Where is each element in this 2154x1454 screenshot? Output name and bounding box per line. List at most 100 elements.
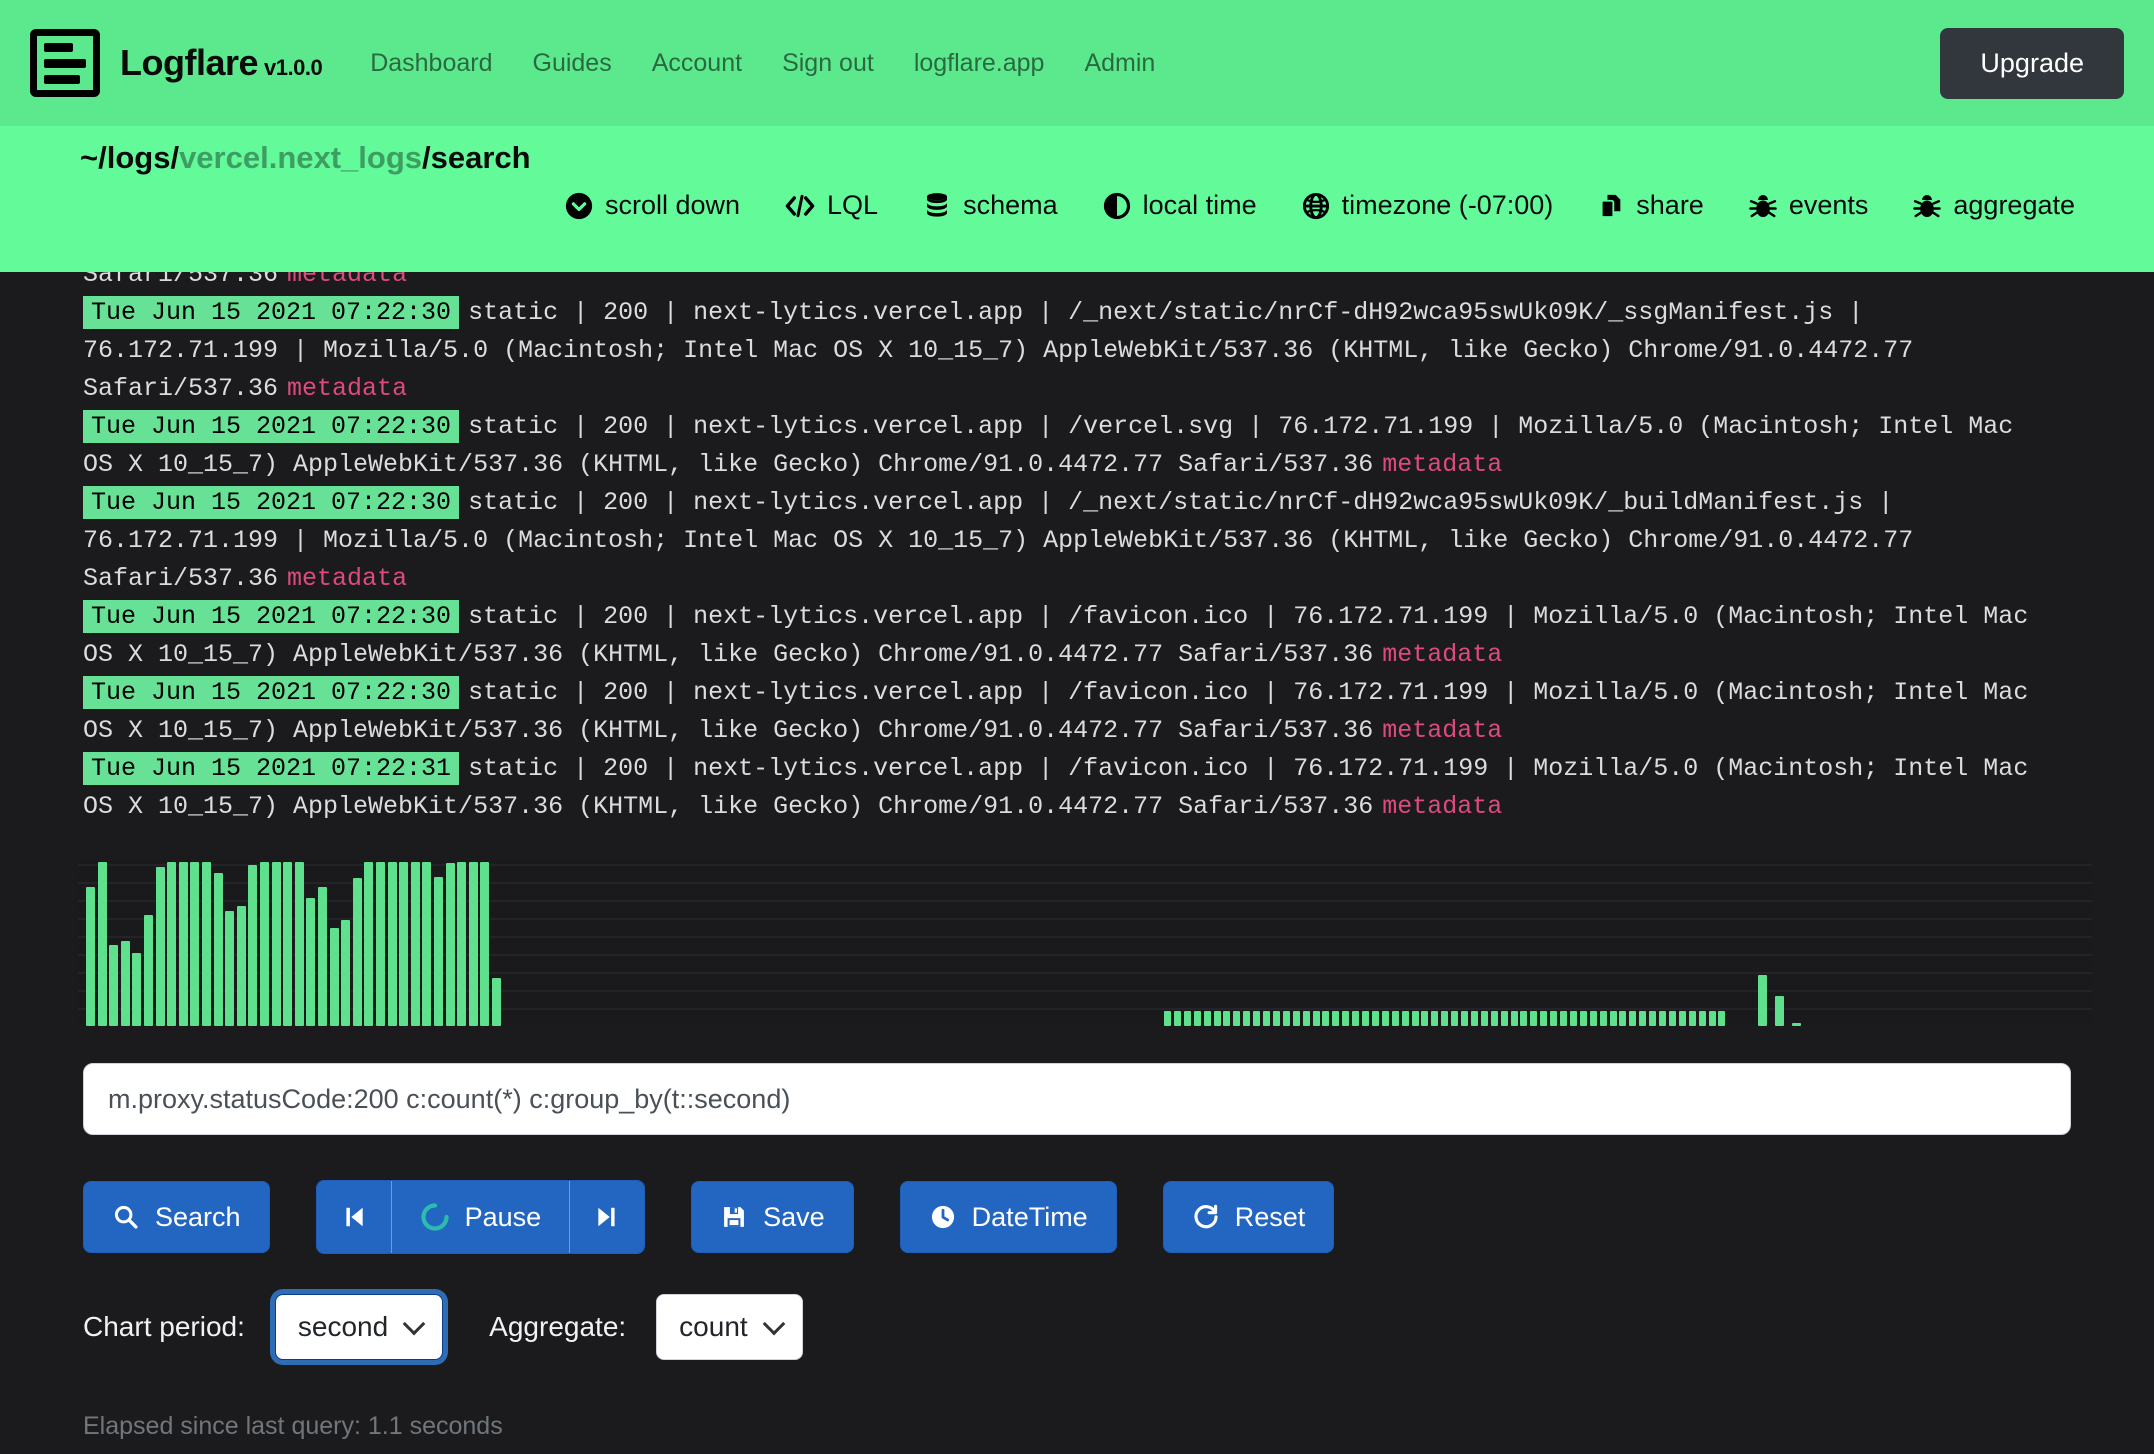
toolbar-item-label: LQL [827, 190, 878, 221]
brand-version: v1.0.0 [264, 55, 322, 80]
breadcrumb-prefix[interactable]: ~/logs/ [80, 140, 179, 175]
toolbar-item-share[interactable]: share [1597, 190, 1704, 221]
database-icon [922, 191, 952, 221]
nav-item-guides[interactable]: Guides [533, 49, 612, 78]
histogram-bar [202, 862, 211, 1026]
histogram-bar [1352, 1011, 1359, 1026]
chart-period-label: Chart period: [83, 1311, 245, 1343]
histogram-bar [1511, 1011, 1518, 1026]
save-button[interactable]: Save [691, 1181, 854, 1253]
search-query-input[interactable] [83, 1063, 2071, 1135]
datetime-button-label: DateTime [972, 1202, 1088, 1233]
datetime-button[interactable]: DateTime [900, 1181, 1117, 1253]
chart-period-select[interactable]: second [275, 1294, 443, 1360]
bug-icon [1748, 191, 1778, 221]
breadcrumb-source[interactable]: vercel.next_logs [179, 140, 422, 175]
log-event-list[interactable]: Safari/537.36metadata Tue Jun 15 2021 07… [0, 256, 2033, 826]
breadcrumb: ~/logs/vercel.next_logs/search [80, 140, 2075, 176]
toolbar-item-label: scroll down [605, 190, 740, 221]
toolbar-item-timezone[interactable]: timezone (-07:00) [1301, 190, 1554, 221]
toolbar-item-label: events [1789, 190, 1869, 221]
brand: Logflarev1.0.0 [120, 42, 322, 84]
histogram-bar [364, 862, 373, 1026]
half-circle-toggle-icon [1102, 191, 1132, 221]
histogram-bar [376, 862, 385, 1026]
histogram-bar [214, 873, 223, 1026]
histogram [78, 860, 2092, 1026]
chart-period-value: second [298, 1311, 388, 1343]
nav-item-dashboard[interactable]: Dashboard [370, 49, 492, 78]
histogram-bar [1520, 1011, 1527, 1026]
aggregate-select[interactable]: count [656, 1294, 803, 1360]
metadata-link[interactable]: metadata [1382, 640, 1502, 669]
log-timestamp: Tue Jun 15 2021 07:22:30 [83, 296, 459, 329]
histogram-bar [1382, 1011, 1389, 1026]
forwards-button[interactable] [569, 1181, 644, 1253]
metadata-link[interactable]: metadata [1382, 450, 1502, 479]
histogram-bar [457, 862, 466, 1026]
histogram-bar [248, 865, 257, 1026]
histogram-bar [1313, 1011, 1320, 1026]
log-entry: Tue Jun 15 2021 07:22:30static | 200 | n… [83, 484, 2033, 598]
elapsed-status: Elapsed since last query: 1.1 seconds [83, 1412, 2154, 1441]
nav-item-sign-out[interactable]: Sign out [782, 49, 874, 78]
toolbar-item-label: timezone (-07:00) [1342, 190, 1554, 221]
histogram-bar [469, 862, 478, 1026]
log-entry: Tue Jun 15 2021 07:22:31static | 200 | n… [83, 750, 2033, 826]
search-button[interactable]: Search [83, 1181, 270, 1253]
clock-icon [929, 1203, 957, 1231]
nav-item-logflare-app[interactable]: logflare.app [914, 49, 1045, 78]
toolbar-item-local-time[interactable]: local time [1102, 190, 1257, 221]
toolbar-item-scroll-down[interactable]: scroll down [564, 190, 740, 221]
backwards-button[interactable] [317, 1181, 391, 1253]
histogram-bar [1600, 1011, 1607, 1026]
reset-button[interactable]: Reset [1163, 1181, 1335, 1253]
histogram-bar [1303, 1011, 1310, 1026]
toolbar-item-aggregate[interactable]: aggregate [1912, 190, 2075, 221]
metadata-link[interactable]: metadata [1382, 792, 1502, 821]
histogram-bar [353, 878, 362, 1026]
histogram-bar [225, 911, 234, 1026]
histogram-bar [1243, 1011, 1250, 1026]
pause-button[interactable]: Pause [391, 1181, 570, 1253]
histogram-bar [144, 915, 153, 1026]
upgrade-button[interactable]: Upgrade [1940, 28, 2124, 99]
histogram-bar [167, 862, 176, 1026]
histogram-bar [1718, 1011, 1725, 1026]
histogram-bar [1669, 1011, 1676, 1026]
bug-icon [1912, 191, 1942, 221]
histogram-bar [1481, 1011, 1488, 1026]
histogram-bar [1402, 1011, 1409, 1026]
histogram-bar [306, 898, 315, 1026]
metadata-link[interactable]: metadata [287, 564, 407, 593]
playback-controls: Pause [316, 1180, 646, 1254]
toolbar-item-schema[interactable]: schema [922, 190, 1058, 221]
nav-item-account[interactable]: Account [652, 49, 742, 78]
metadata-link[interactable]: metadata [287, 374, 407, 403]
histogram-bar [1273, 1011, 1280, 1026]
skip-backward-icon [341, 1204, 367, 1230]
brand-name: Logflare [120, 42, 258, 83]
histogram-bar [1253, 1011, 1260, 1026]
histogram-bar [1322, 1011, 1329, 1026]
search-toolbar: scroll down LQL schema local time [80, 190, 2075, 221]
breadcrumb-suffix: /search [422, 140, 531, 175]
toolbar-item-events[interactable]: events [1748, 190, 1869, 221]
histogram-bar [156, 867, 165, 1026]
globe-icon [1301, 191, 1331, 221]
histogram-bar [1421, 1011, 1428, 1026]
histogram-bar [1709, 1011, 1716, 1026]
histogram-bar [1293, 1011, 1300, 1026]
metadata-link[interactable]: metadata [1382, 716, 1502, 745]
histogram-bar [422, 862, 431, 1026]
histogram-bar [109, 945, 118, 1026]
save-floppy-icon [720, 1203, 748, 1231]
logflare-logo-icon[interactable] [30, 29, 100, 97]
nav-item-admin[interactable]: Admin [1084, 49, 1155, 78]
histogram-bar [1610, 1011, 1617, 1026]
skip-forward-icon [594, 1204, 620, 1230]
toolbar-item-lql[interactable]: LQL [784, 190, 878, 221]
histogram-bar [283, 862, 292, 1026]
log-timestamp: Tue Jun 15 2021 07:22:30 [83, 410, 459, 443]
log-entry: Tue Jun 15 2021 07:22:30static | 200 | n… [83, 674, 2033, 750]
